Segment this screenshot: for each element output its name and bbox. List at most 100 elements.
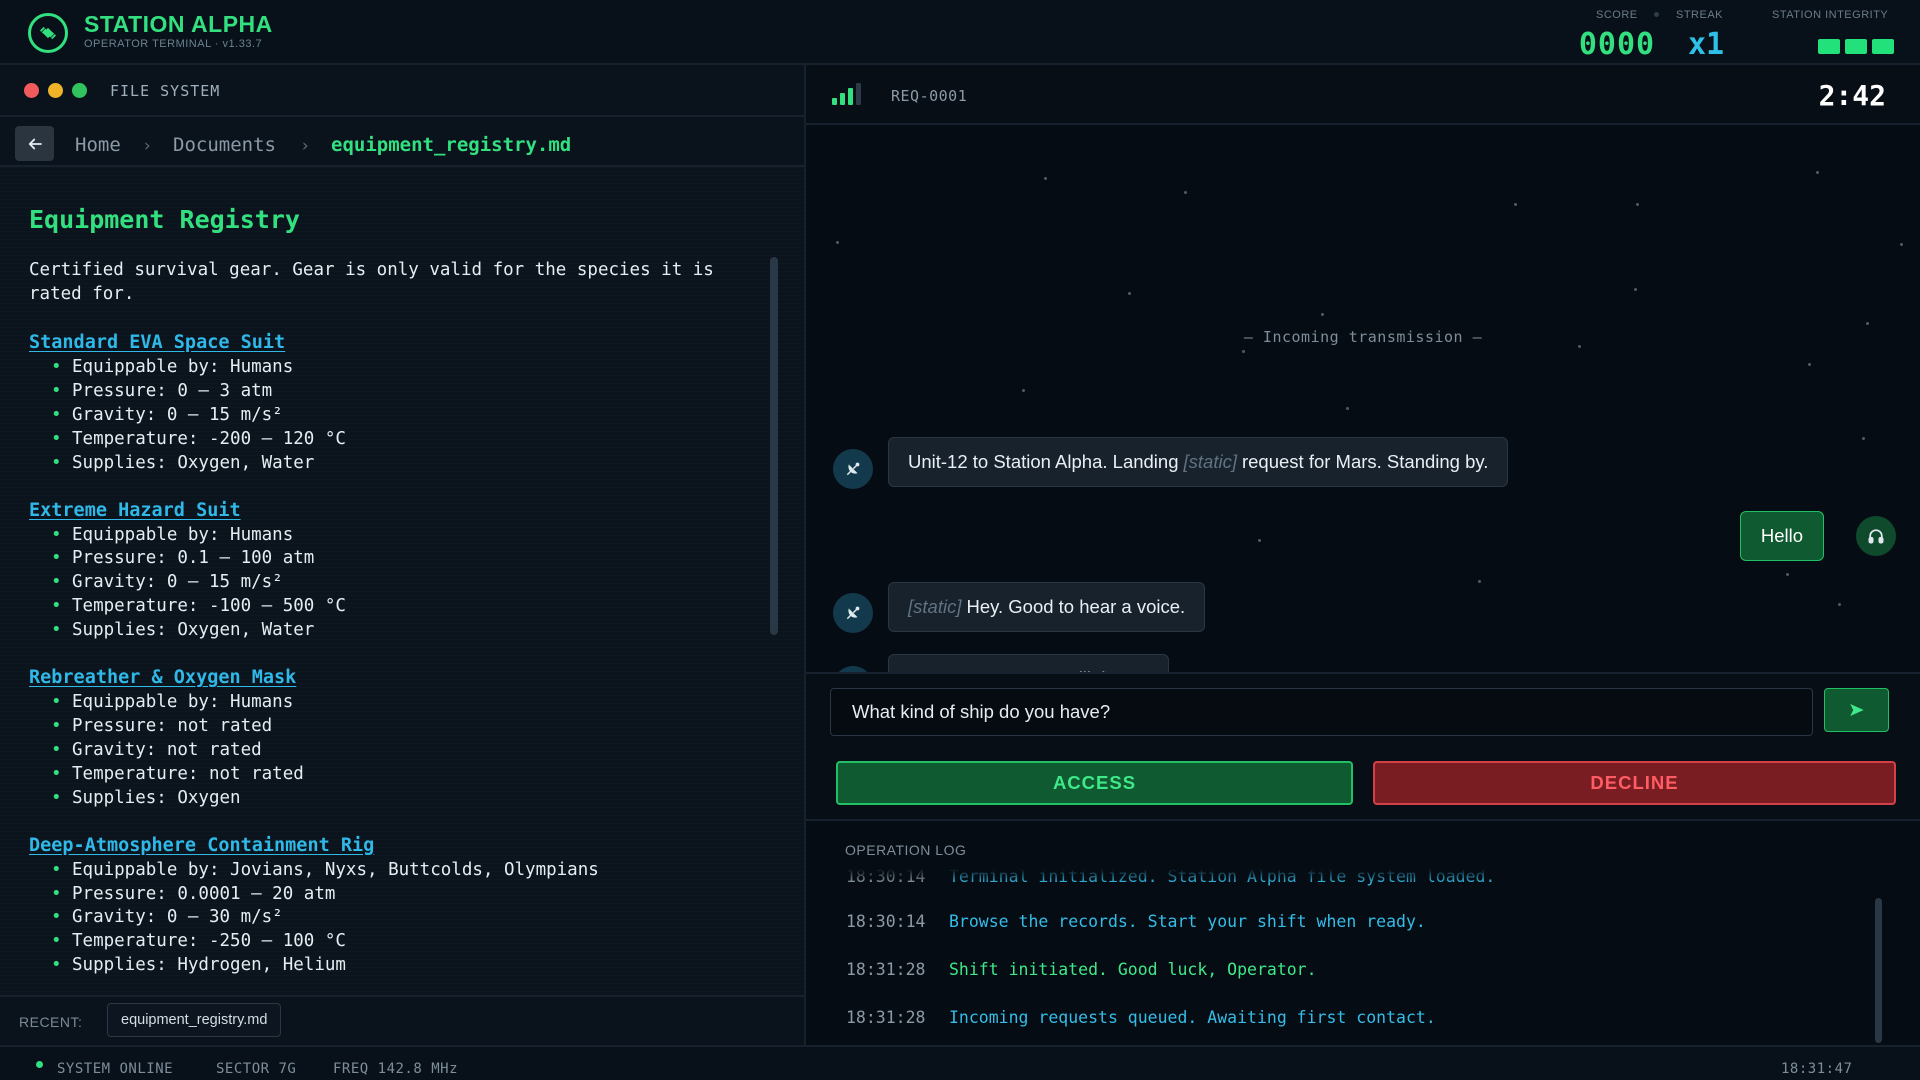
star (1478, 580, 1481, 583)
arrow-left-icon (28, 138, 42, 149)
recent-label: RECENT: (19, 1014, 83, 1030)
equipment-link[interactable]: Extreme Hazard Suit (29, 500, 241, 521)
equipment-link[interactable]: Deep-Atmosphere Containment Rig (29, 835, 374, 856)
breadcrumb-separator: › (142, 136, 153, 156)
star (1900, 243, 1903, 246)
window-maximize-button[interactable] (72, 83, 87, 98)
log-entry: 18:31:28 Incoming requests queued. Awaiti… (846, 1008, 1436, 1027)
satellite-dish-icon (833, 593, 873, 633)
equipment-spec: Supplies: Oxygen, Water (29, 619, 749, 643)
operation-log: OPERATION LOG 18:30:14Terminal initializ… (806, 821, 1920, 1045)
system-status: SYSTEM ONLINE (57, 1061, 174, 1077)
star (1634, 288, 1637, 291)
send-icon (1849, 704, 1864, 716)
star (1862, 437, 1865, 440)
stat-divider (1654, 12, 1659, 17)
integrity-segment (1872, 39, 1894, 54)
integrity-label: STATION INTEGRITY (1772, 9, 1889, 21)
streak-value: x1 (1688, 27, 1725, 62)
equipment-section: Deep-Atmosphere Containment Rig Equippab… (29, 835, 749, 979)
star (1128, 292, 1131, 295)
breadcrumb: Home › Documents › equipment_registry.md (0, 117, 804, 167)
decline-button[interactable]: DECLINE (1373, 761, 1896, 805)
comms-panel: REQ-0001 2:42 — Incoming transmission — (806, 65, 1920, 1045)
breadcrumb-current-file: equipment_registry.md (331, 134, 572, 156)
sector-status: SECTOR 7G (216, 1061, 297, 1077)
equipment-link[interactable]: Rebreather & Oxygen Mask (29, 667, 296, 688)
log-message: Incoming requests queued. Awaiting first… (949, 1008, 1436, 1027)
ship-message: Unit-12 to Station Alpha. Landing [stati… (888, 437, 1509, 487)
equipment-spec: Equippable by: Humans (29, 524, 749, 548)
equipment-spec: Gravity: 0 – 30 m/s² (29, 906, 749, 930)
signal-bars-icon (832, 83, 861, 105)
status-clock: 18:31:47 (1781, 1061, 1853, 1077)
equipment-spec: Equippable by: Humans (29, 356, 749, 380)
equipment-spec: Pressure: 0.1 – 100 atm (29, 547, 749, 571)
equipment-link[interactable]: Standard EVA Space Suit (29, 332, 285, 353)
equipment-spec: Equippable by: Humans (29, 691, 749, 715)
recent-files-bar: RECENT: equipment_registry.md (0, 995, 804, 1045)
operator-message: Hello (1739, 511, 1824, 561)
equipment-spec: Pressure: 0.0001 – 20 atm (29, 883, 749, 907)
log-scrollbar[interactable] (1875, 898, 1882, 1043)
log-time: 18:31:28 (846, 1008, 926, 1027)
star (1346, 407, 1349, 410)
recent-file-chip[interactable]: equipment_registry.md (107, 1003, 282, 1037)
countdown-timer: 2:42 (1818, 79, 1886, 112)
app-subtitle: OPERATOR TERMINAL · v1.33.7 (84, 38, 263, 50)
star (1022, 389, 1025, 392)
app-header: STATION ALPHA OPERATOR TERMINAL · v1.33.… (0, 0, 1920, 65)
app-title: STATION ALPHA (84, 11, 273, 37)
equipment-section: Extreme Hazard Suit Equippable by: Human… (29, 500, 749, 644)
equipment-spec: Gravity: not rated (29, 739, 749, 763)
headset-icon (1856, 516, 1896, 556)
star (1808, 363, 1811, 366)
incoming-transmission-label: — Incoming transmission — (1243, 328, 1483, 346)
equipment-spec: Temperature: -100 – 500 °C (29, 595, 749, 619)
document-intro: Certified survival gear. Gear is only va… (29, 260, 714, 304)
star (1242, 350, 1245, 353)
static-noise-text: [static] (908, 596, 962, 617)
star (1184, 191, 1187, 194)
back-button[interactable] (15, 126, 54, 161)
log-entry: 18:30:14 Browse the records. Start your s… (846, 912, 1426, 931)
request-id: REQ-0001 (891, 87, 968, 105)
star (1866, 322, 1869, 325)
station-integrity-meter (1818, 39, 1894, 54)
equipment-spec: Temperature: -200 – 120 °C (29, 428, 749, 452)
star (1786, 573, 1789, 576)
log-entry: 18:31:28 Shift initiated. Good luck, Oper… (846, 960, 1317, 979)
equipment-spec: Pressure: 0 – 3 atm (29, 380, 749, 404)
file-system-title: FILE SYSTEM (110, 82, 221, 100)
integrity-segment (1845, 39, 1867, 54)
document-title: Equipment Registry (29, 205, 300, 234)
response-controls: ACCESS DECLINE (806, 672, 1920, 821)
log-message: Browse the records. Start your shift whe… (949, 912, 1426, 931)
message-input[interactable] (830, 688, 1813, 736)
breadcrumb-documents[interactable]: Documents (173, 134, 276, 156)
star (1636, 203, 1639, 206)
static-noise-text: [static] (1183, 451, 1237, 472)
equipment-spec: Pressure: not rated (29, 715, 749, 739)
satellite-dish-icon (833, 449, 873, 489)
message-text: request for Mars. Standing by. (1241, 451, 1489, 472)
message-text: Hey. Good to hear a voice. (966, 596, 1186, 617)
operation-log-title: OPERATION LOG (845, 842, 967, 858)
star (836, 241, 839, 244)
integrity-segment (1818, 39, 1840, 54)
star (1514, 203, 1517, 206)
send-button[interactable] (1824, 688, 1889, 732)
window-close-button[interactable] (24, 83, 39, 98)
score-value: 0000 (1578, 27, 1656, 62)
equipment-section: Standard EVA Space Suit Equippable by: H… (29, 332, 749, 476)
window-minimize-button[interactable] (48, 83, 63, 98)
document-viewer[interactable]: Equipment Registry Certified survival ge… (0, 167, 804, 995)
star (1321, 313, 1324, 316)
document-scrollbar[interactable] (770, 257, 778, 635)
log-scroll-fade (806, 869, 1906, 883)
breadcrumb-home[interactable]: Home (75, 134, 121, 156)
access-button[interactable]: ACCESS (836, 761, 1353, 805)
equipment-spec: Gravity: 0 – 15 m/s² (29, 571, 749, 595)
star (1816, 171, 1819, 174)
file-system-panel: FILE SYSTEM Home › Documents › equipment… (0, 65, 806, 1045)
